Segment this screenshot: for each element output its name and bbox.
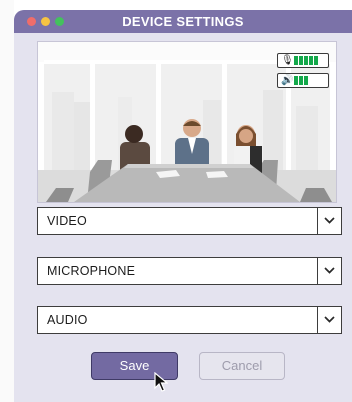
video-dropdown[interactable]: VIDEO (37, 207, 342, 235)
microphone-dropdown-label: MICROPHONE (47, 264, 136, 278)
chevron-down-icon (324, 316, 335, 323)
microphone-level-meter: 🎙 (277, 53, 329, 68)
window-title: DEVICE SETTINGS (122, 14, 244, 29)
desktop-background (0, 0, 14, 402)
audio-dropdown[interactable]: AUDIO (37, 306, 342, 334)
microphone-dropdown-toggle[interactable] (317, 258, 341, 284)
camera-preview: 🎙 🔊 (37, 41, 337, 203)
audio-dropdown-label: AUDIO (47, 313, 88, 327)
title-bar: DEVICE SETTINGS (14, 10, 352, 33)
device-settings-window: DEVICE SETTINGS 🎙 🔊 VIDEO MICROPHONE AUD… (14, 10, 352, 402)
audio-dropdown-toggle[interactable] (317, 307, 341, 333)
speaker-level-bars (294, 76, 309, 85)
video-dropdown-label: VIDEO (47, 214, 87, 228)
speaker-icon: 🔊 (281, 75, 294, 86)
microphone-icon: 🎙 (281, 55, 294, 66)
chevron-down-icon (324, 267, 335, 274)
microphone-dropdown[interactable]: MICROPHONE (37, 257, 342, 285)
cancel-button[interactable]: Cancel (199, 352, 285, 380)
microphone-level-bars (294, 56, 319, 65)
video-dropdown-toggle[interactable] (317, 208, 341, 234)
chevron-down-icon (324, 217, 335, 224)
mouse-pointer-icon (154, 372, 168, 392)
speaker-level-meter: 🔊 (277, 73, 329, 88)
